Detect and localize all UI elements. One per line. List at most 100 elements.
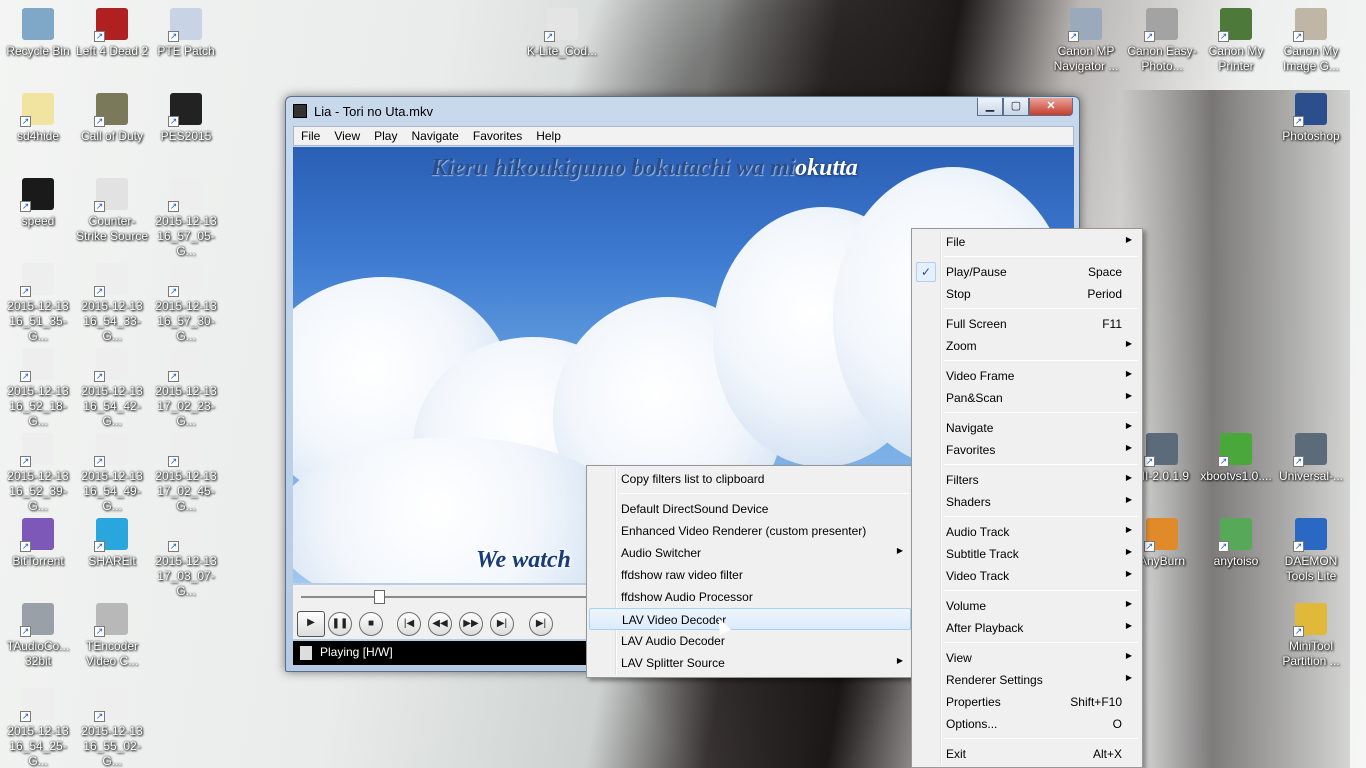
fast-forward-button[interactable]: ▶▶: [459, 612, 483, 636]
shortcut-arrow-icon: ↗: [1218, 456, 1229, 467]
desktop-icon[interactable]: ↗ TAudioCo... 32bit: [0, 603, 76, 669]
maximize-button[interactable]: ▢: [1003, 98, 1029, 116]
seek-track[interactable]: [301, 596, 591, 598]
menu-item-video-frame[interactable]: Video Frame ▶: [914, 365, 1140, 387]
menu-item-volume[interactable]: Volume ▶: [914, 595, 1140, 617]
menu-item-stop[interactable]: Stop Period: [914, 283, 1140, 305]
desktop-icon[interactable]: ↗ Left 4 Dead 2: [74, 8, 150, 59]
desktop-icon[interactable]: ↗ 2015-12-13 16_54_33-G...: [74, 263, 150, 344]
menu-item-ffdshow-audio-processor[interactable]: ffdshow Audio Processor: [589, 586, 911, 608]
desktop-icon[interactable]: ↗ 2015-12-13 16_54_49-G...: [74, 433, 150, 514]
desktop-icon[interactable]: ↗ SHAREit: [74, 518, 150, 569]
desktop-icon-label: speed: [21, 214, 55, 228]
player-app-icon[interactable]: [293, 104, 307, 118]
menubar-item-favorites[interactable]: Favorites: [466, 127, 529, 145]
skip-forward-button[interactable]: ▶|: [490, 612, 514, 636]
desktop-icon[interactable]: ↗ 2015-12-13 16_52_39-G...: [0, 433, 76, 514]
desktop-icon[interactable]: ↗ sd4hide: [0, 93, 76, 144]
menu-item-after-playback[interactable]: After Playback ▶: [914, 617, 1140, 639]
title-bar[interactable]: Lia - Tori no Uta.mkv ▁ ▢ ✕: [286, 97, 1079, 125]
desktop-icon[interactable]: ↗ DAEMON Tools Lite: [1273, 518, 1349, 584]
desktop-icon[interactable]: ↗ 2015-12-13 16_54_25-G...: [0, 688, 76, 768]
pause-button[interactable]: ❚❚: [328, 612, 352, 636]
menu-item-renderer-settings[interactable]: Renderer Settings ▶: [914, 669, 1140, 691]
counter-strike-icon: ↗: [94, 178, 128, 212]
menu-item-lav-video-decoder[interactable]: LAV Video Decoder: [589, 608, 911, 630]
skip-forward-icon: ▶|: [496, 618, 508, 629]
menubar-item-play[interactable]: Play: [367, 127, 404, 145]
desktop-icon[interactable]: ↗ 2015-12-13 16_54_42-G...: [74, 348, 150, 429]
menu-item-properties[interactable]: Properties Shift+F10: [914, 691, 1140, 713]
menu-item-copy-filters-list-to-clipboard[interactable]: Copy filters list to clipboard: [589, 468, 911, 490]
desktop-icon[interactable]: ↗ speed: [0, 178, 76, 229]
desktop-icon[interactable]: ↗ 2015-12-13 17_03_07-G...: [148, 518, 224, 599]
desktop-icon[interactable]: ↗ Photoshop: [1273, 93, 1349, 144]
menu-item-zoom[interactable]: Zoom ▶: [914, 335, 1140, 357]
desktop-icon[interactable]: ↗ Canon MP Navigator ...: [1048, 8, 1124, 74]
menu-separator: [944, 360, 1138, 361]
menu-item-favorites[interactable]: Favorites ▶: [914, 439, 1140, 461]
menu-separator: [619, 493, 909, 494]
desktop-icon[interactable]: ↗ Canon Easy-Photo...: [1124, 8, 1200, 74]
desktop-icon[interactable]: ↗ TEncoder Video C...: [74, 603, 150, 669]
menu-item-shaders[interactable]: Shaders ▶: [914, 491, 1140, 513]
desktop-icon[interactable]: Recycle Bin: [0, 8, 76, 59]
desktop-icon[interactable]: ↗ anytoiso: [1198, 518, 1274, 569]
menubar-item-file[interactable]: File: [294, 127, 327, 145]
desktop-icon[interactable]: ↗ 2015-12-13 17_02_45-G...: [148, 433, 224, 514]
tencoder-icon: ↗: [94, 603, 128, 637]
shortcut-arrow-icon: ↗: [94, 201, 105, 212]
play-button[interactable]: ▶: [297, 611, 325, 637]
menu-item-label: ffdshow raw video filter: [621, 568, 743, 582]
desktop-icon-label: 2015-12-13 16_52_18-G...: [7, 384, 69, 428]
menu-item-view[interactable]: View ▶: [914, 647, 1140, 669]
menu-item-default-directsound-device[interactable]: Default DirectSound Device: [589, 498, 911, 520]
desktop-icon[interactable]: ↗ 2015-12-13 16_57_05-G...: [148, 178, 224, 259]
close-button[interactable]: ✕: [1029, 98, 1073, 116]
menu-item-enhanced-video-renderer-custom-presenter[interactable]: Enhanced Video Renderer (custom presente…: [589, 520, 911, 542]
menu-item-audio-switcher[interactable]: Audio Switcher ▶: [589, 542, 911, 564]
canon-mp-navigator-icon: ↗: [1068, 8, 1102, 42]
desktop-icon[interactable]: ↗ PTE Patch: [148, 8, 224, 59]
menubar-item-view[interactable]: View: [327, 127, 367, 145]
desktop-icon[interactable]: ↗ 2015-12-13 16_57_30-G...: [148, 263, 224, 344]
desktop-icon[interactable]: ↗ 2015-12-13 17_02_23-G...: [148, 348, 224, 429]
desktop-icon[interactable]: ↗ MiniTool Partition ...: [1273, 603, 1349, 669]
menu-item-options[interactable]: Options... O: [914, 713, 1140, 735]
menu-item-navigate[interactable]: Navigate ▶: [914, 417, 1140, 439]
desktop-icon[interactable]: ↗ 2015-12-13 16_55_02-G...: [74, 688, 150, 768]
rewind-button[interactable]: ◀◀: [428, 612, 452, 636]
desktop-icon[interactable]: ↗ 2015-12-13 16_52_18-G...: [0, 348, 76, 429]
minimize-button[interactable]: ▁: [977, 98, 1003, 116]
seek-thumb[interactable]: [374, 590, 386, 604]
menu-item-filters[interactable]: Filters ▶: [914, 469, 1140, 491]
stop-button[interactable]: ■: [359, 612, 383, 636]
menu-item-file[interactable]: File ▶: [914, 231, 1140, 253]
skip-back-button[interactable]: |◀: [397, 612, 421, 636]
desktop-icon[interactable]: ↗ K-Lite_Cod...: [524, 8, 600, 59]
desktop-icon[interactable]: ↗ xbootvs1.0....: [1198, 433, 1274, 484]
desktop-icon[interactable]: ↗ Universal-...: [1273, 433, 1349, 484]
desktop-icon-label: anytoiso: [1213, 554, 1259, 568]
menu-item-full-screen[interactable]: Full Screen F11: [914, 313, 1140, 335]
desktop-icon[interactable]: ↗ BitTorrent: [0, 518, 76, 569]
menu-item-audio-track[interactable]: Audio Track ▶: [914, 521, 1140, 543]
menu-item-exit[interactable]: Exit Alt+X: [914, 743, 1140, 765]
menu-item-lav-audio-decoder[interactable]: LAV Audio Decoder: [589, 630, 911, 652]
menubar-item-help[interactable]: Help: [529, 127, 568, 145]
menu-item-ffdshow-raw-video-filter[interactable]: ffdshow raw video filter: [589, 564, 911, 586]
desktop-icon[interactable]: ↗ PES2015: [148, 93, 224, 144]
menu-item-video-track[interactable]: Video Track ▶: [914, 565, 1140, 587]
frame-step-button[interactable]: ▶|: [529, 612, 553, 636]
menu-item-lav-splitter-source[interactable]: LAV Splitter Source ▶: [589, 652, 911, 674]
desktop-icon[interactable]: ↗ Call of Duty: [74, 93, 150, 144]
menu-item-play-pause[interactable]: ✓ Play/Pause Space: [914, 261, 1140, 283]
menubar-item-navigate[interactable]: Navigate: [404, 127, 465, 145]
desktop-icon[interactable]: ↗ Canon My Printer: [1198, 8, 1274, 74]
menu-item-pan-scan[interactable]: Pan&Scan ▶: [914, 387, 1140, 409]
desktop-icon[interactable]: ↗ Counter-Strike Source: [74, 178, 150, 244]
desktop-icon[interactable]: ↗ 2015-12-13 16_51_35-G...: [0, 263, 76, 344]
desktop-icon[interactable]: ↗ Canon My Image G...: [1273, 8, 1349, 74]
menu-item-subtitle-track[interactable]: Subtitle Track ▶: [914, 543, 1140, 565]
window-title: Lia - Tori no Uta.mkv: [314, 104, 433, 119]
